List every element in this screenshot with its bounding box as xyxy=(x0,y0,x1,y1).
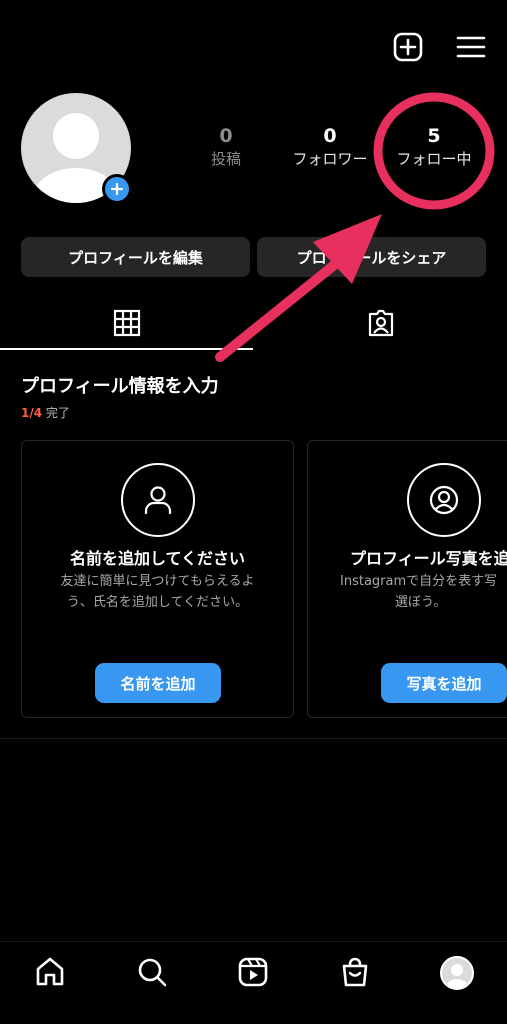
completion-progress: 1/4 完了 xyxy=(21,404,70,421)
plus-square-icon[interactable] xyxy=(391,30,425,64)
search-icon[interactable] xyxy=(135,955,169,989)
card-description-line: う、氏名を追加してください。 xyxy=(66,595,249,610)
followers-count: 0 xyxy=(323,125,337,147)
add-name-button[interactable]: 名前を追加 xyxy=(95,663,221,703)
person-icon xyxy=(121,463,195,537)
card-description-line: 選ぼう。 xyxy=(395,595,447,610)
edit-profile-button[interactable]: プロフィールを編集 xyxy=(21,237,250,277)
add-photo-button[interactable]: 写真を追加 xyxy=(381,663,507,703)
card-title: 名前を追加してください xyxy=(69,549,246,568)
hamburger-menu-icon[interactable] xyxy=(454,30,488,64)
card-description-line: Instagramで自分を表す写 xyxy=(340,574,498,589)
add-story-plus-icon[interactable] xyxy=(102,174,132,204)
reels-icon[interactable] xyxy=(236,955,270,989)
add-photo-card: プロフィール写真を追 Instagramで自分を表す写 選ぼう。 写真を追加 xyxy=(307,440,507,718)
followers-label: フォロワー xyxy=(292,150,368,168)
tagged-person-icon[interactable] xyxy=(366,308,396,338)
grid-icon[interactable] xyxy=(112,308,142,338)
progress-label: 完了 xyxy=(42,406,70,420)
share-profile-button[interactable]: プロフィールをシェア xyxy=(257,237,486,277)
active-tab-indicator xyxy=(0,348,253,350)
card-description: 友達に簡単に見つけてもらえるよ う、氏名を追加してください。 xyxy=(22,571,293,613)
card-description: Instagramで自分を表す写 選ぼう。 xyxy=(340,571,507,613)
posts-count: 0 xyxy=(219,125,233,147)
progress-count: 1/4 xyxy=(21,406,43,420)
person-circle-icon xyxy=(407,463,481,537)
following-label: フォロー中 xyxy=(396,150,472,168)
following-count: 5 xyxy=(427,125,441,147)
posts-stat: 0 投稿 xyxy=(171,124,281,170)
card-description-line: 友達に簡単に見つけてもらえるよ xyxy=(60,574,255,589)
profile-avatar[interactable] xyxy=(440,956,474,990)
followers-stat[interactable]: 0 フォロワー xyxy=(275,124,385,170)
home-icon[interactable] xyxy=(33,955,67,989)
shop-icon[interactable] xyxy=(338,955,372,989)
following-stat[interactable]: 5 フォロー中 xyxy=(379,124,489,170)
add-name-card: 名前を追加してください 友達に簡単に見つけてもらえるよ う、氏名を追加してくださ… xyxy=(21,440,294,718)
card-title: プロフィール写真を追 xyxy=(350,549,507,568)
section-divider xyxy=(0,738,507,739)
posts-label: 投稿 xyxy=(210,150,241,168)
section-title: プロフィール情報を入力 xyxy=(21,376,219,397)
